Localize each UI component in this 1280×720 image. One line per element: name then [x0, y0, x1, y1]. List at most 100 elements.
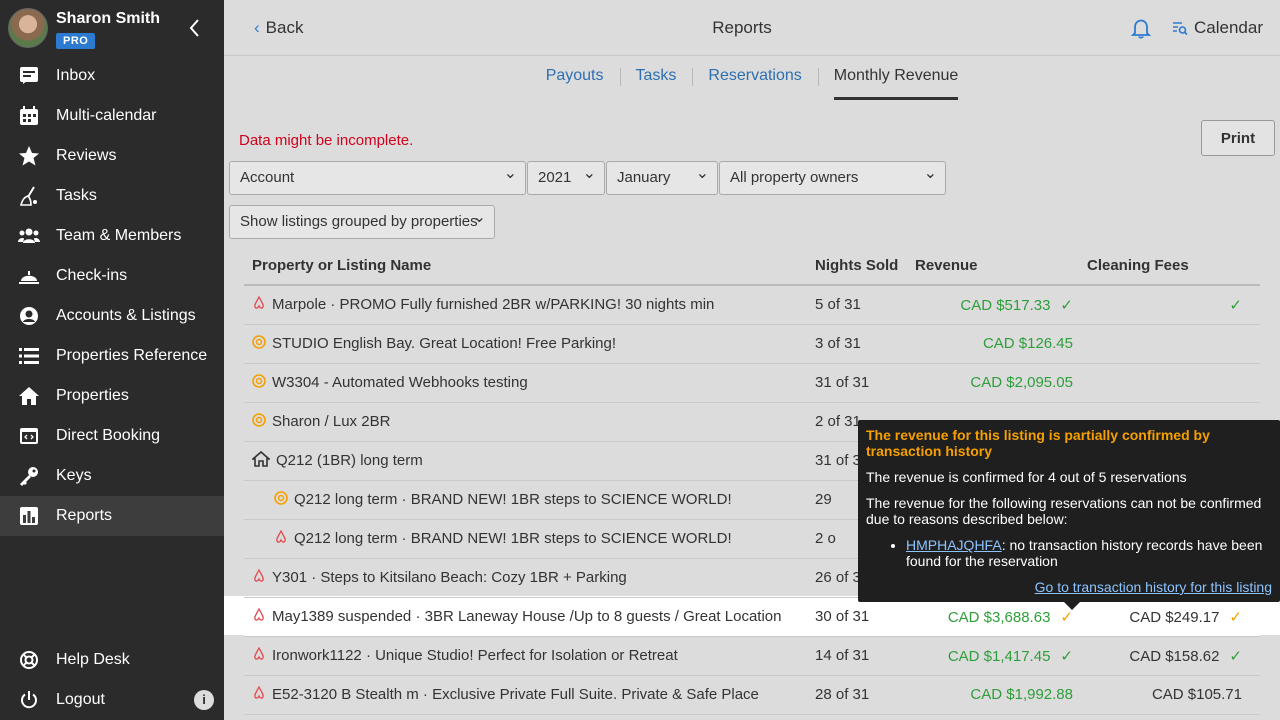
power-icon [18, 689, 40, 711]
bell-desk-icon [18, 265, 40, 287]
tab-label: Monthly Revenue [833, 56, 959, 100]
nav-item-inbox[interactable]: Inbox [0, 56, 224, 96]
calendar-link[interactable]: Calendar [1172, 18, 1263, 38]
broom-icon [18, 185, 40, 207]
listing-name[interactable]: Y301 · Steps to Kitsilano Beach: Cozy 1B… [272, 569, 627, 586]
listing-name[interactable]: Q212 long term · BRAND NEW! 1BR steps to… [294, 530, 732, 547]
listing-name[interactable]: STUDIO English Bay. Great Location! Free… [272, 335, 616, 352]
listing-name[interactable]: E52-3120 B Stealth m · Exclusive Private… [272, 686, 759, 703]
check-confirmed-icon[interactable]: ✓ [1229, 648, 1242, 665]
table-row[interactable]: Marpole · PROMO Fully furnished 2BR w/PA… [244, 285, 1260, 325]
col-header-nights[interactable]: Nights Sold [807, 247, 907, 286]
calendar-search-icon [1173, 22, 1188, 36]
listing-name[interactable]: Marpole · PROMO Fully furnished 2BR w/PA… [272, 296, 714, 313]
listing-name-cell: W3304 - Automated Webhooks testing [244, 363, 807, 403]
check-confirmed-icon[interactable]: ✓ [1060, 297, 1073, 314]
transaction-history-link[interactable]: Go to transaction history for this listi… [1035, 579, 1272, 595]
grouping-select[interactable]: Show listings grouped by properties [229, 202, 495, 239]
table-row[interactable]: Ironwork1122 · Unique Studio! Perfect fo… [244, 636, 1260, 676]
star-icon [18, 145, 40, 167]
nav-bottom: Help Desk Logout i [0, 640, 224, 720]
month-select[interactable]: January [606, 158, 718, 195]
cleaning-fee-cell: CAD $249.17 ✓ [1079, 597, 1260, 637]
user-circle-icon [18, 305, 40, 327]
col-header-revenue[interactable]: Revenue [907, 247, 1079, 286]
cleaning-fee-cell [1079, 324, 1260, 364]
tab-tasks[interactable]: Tasks [619, 56, 693, 100]
nav-item-team-members[interactable]: Team & Members [0, 216, 224, 256]
listing-name-cell: Y301 · Steps to Kitsilano Beach: Cozy 1B… [244, 558, 807, 598]
nav-item-direct-booking[interactable]: Direct Booking [0, 416, 224, 456]
owners-select[interactable]: All property owners [719, 158, 946, 195]
listing-name-cell: Sharon / Lux 2BR [244, 402, 807, 442]
tooltip-title: The revenue for this listing is partiall… [866, 427, 1210, 459]
airbnb-icon [252, 295, 272, 314]
year-select[interactable]: 2021 [527, 158, 605, 195]
top-bar: ‹ Back Reports Calendar [224, 0, 1280, 56]
listing-name-cell: Marpole · PROMO Fully furnished 2BR w/PA… [244, 285, 807, 325]
listing-name[interactable]: May1389 suspended · 3BR Laneway House /U… [272, 608, 781, 625]
airbnb-icon [252, 646, 272, 665]
nav-label: Reports [56, 507, 113, 524]
table-row[interactable]: E52-3120 B Stealth m · Exclusive Private… [244, 675, 1260, 715]
table-row[interactable]: May1389 suspended · 3BR Laneway House /U… [244, 597, 1260, 637]
nav-item-multi-calendar[interactable]: Multi-calendar [0, 96, 224, 136]
check-partial-icon[interactable]: ✓ [1060, 609, 1073, 626]
profile[interactable]: Sharon Smith PRO [0, 0, 224, 56]
revenue-cell: CAD $126.45 [907, 324, 1079, 364]
tooltip-reasons-text: The revenue for the following reservatio… [866, 495, 1262, 527]
collapse-sidebar-icon[interactable] [188, 18, 204, 38]
nav-item-help-desk[interactable]: Help Desk [0, 640, 224, 680]
check-confirmed-icon[interactable]: ✓ [1060, 648, 1073, 665]
list-icon [18, 345, 40, 367]
revenue-cell: CAD $1,417.45 ✓ [907, 636, 1079, 676]
main-nav: Inbox Multi-calendar Reviews Tasks Team … [0, 56, 224, 536]
nav-item-accounts-listings[interactable]: Accounts & Listings [0, 296, 224, 336]
nav-item-tasks[interactable]: Tasks [0, 176, 224, 216]
tab-payouts[interactable]: Payouts [530, 56, 620, 100]
nav-label: Accounts & Listings [56, 307, 196, 324]
info-icon[interactable]: i [194, 690, 214, 710]
airbnb-icon [252, 685, 272, 704]
print-button[interactable]: Print [1201, 120, 1275, 156]
nav-label: Tasks [56, 187, 97, 204]
revenue-value: CAD $126.45 [982, 335, 1073, 352]
tab-reservations[interactable]: Reservations [692, 56, 817, 100]
listing-name[interactable]: Q212 long term · BRAND NEW! 1BR steps to… [294, 491, 732, 508]
nights-cell: 30 of 31 [807, 597, 907, 637]
tooltip-reservation-list: HMPHAJQHFA: no transaction history recor… [866, 537, 1272, 569]
airbnb-icon [252, 568, 272, 587]
table-row[interactable]: W3304 - Automated Webhooks testing 31 of … [244, 363, 1260, 403]
nav-label: Properties [56, 387, 129, 404]
revenue-cell: CAD $2,095.05 [907, 363, 1079, 403]
nav-label: Inbox [56, 67, 96, 84]
col-header-cleaning[interactable]: Cleaning Fees [1079, 247, 1260, 286]
cleaning-fee-cell [1079, 363, 1260, 403]
nav-label: Multi-calendar [56, 107, 157, 124]
notifications-bell-icon[interactable] [1130, 17, 1152, 39]
nav-item-reports[interactable]: Reports [0, 496, 224, 536]
nav-item-logout[interactable]: Logout i [0, 680, 224, 720]
table-row[interactable]: STUDIO English Bay. Great Location! Free… [244, 324, 1260, 364]
table-header-row: Property or Listing Name Nights Sold Rev… [244, 247, 1260, 286]
nav-item-check-ins[interactable]: Check-ins [0, 256, 224, 296]
col-header-name[interactable]: Property or Listing Name [244, 247, 807, 286]
nav-item-keys[interactable]: Keys [0, 456, 224, 496]
nights-cell: 5 of 31 [807, 285, 907, 325]
chart-icon [18, 505, 40, 527]
listing-name[interactable]: Sharon / Lux 2BR [272, 413, 390, 430]
nav-item-properties-reference[interactable]: Properties Reference [0, 336, 224, 376]
tab-monthly-revenue[interactable]: Monthly Revenue [817, 56, 975, 100]
listing-name[interactable]: W3304 - Automated Webhooks testing [272, 374, 528, 391]
check-confirmed-icon[interactable]: ✓ [1229, 297, 1242, 314]
home-icon [250, 450, 276, 471]
listing-name[interactable]: Ironwork1122 · Unique Studio! Perfect fo… [272, 647, 678, 664]
nav-item-reviews[interactable]: Reviews [0, 136, 224, 176]
check-partial-icon[interactable]: ✓ [1229, 609, 1242, 626]
cleaning-fee-value: CAD $158.62 [1129, 647, 1220, 665]
nav-item-properties[interactable]: Properties [0, 376, 224, 416]
reservation-code-link[interactable]: HMPHAJQHFA [906, 537, 1002, 553]
avatar[interactable] [8, 8, 48, 48]
listing-name[interactable]: Q212 (1BR) long term [276, 452, 423, 469]
account-select[interactable]: Account [229, 158, 526, 195]
